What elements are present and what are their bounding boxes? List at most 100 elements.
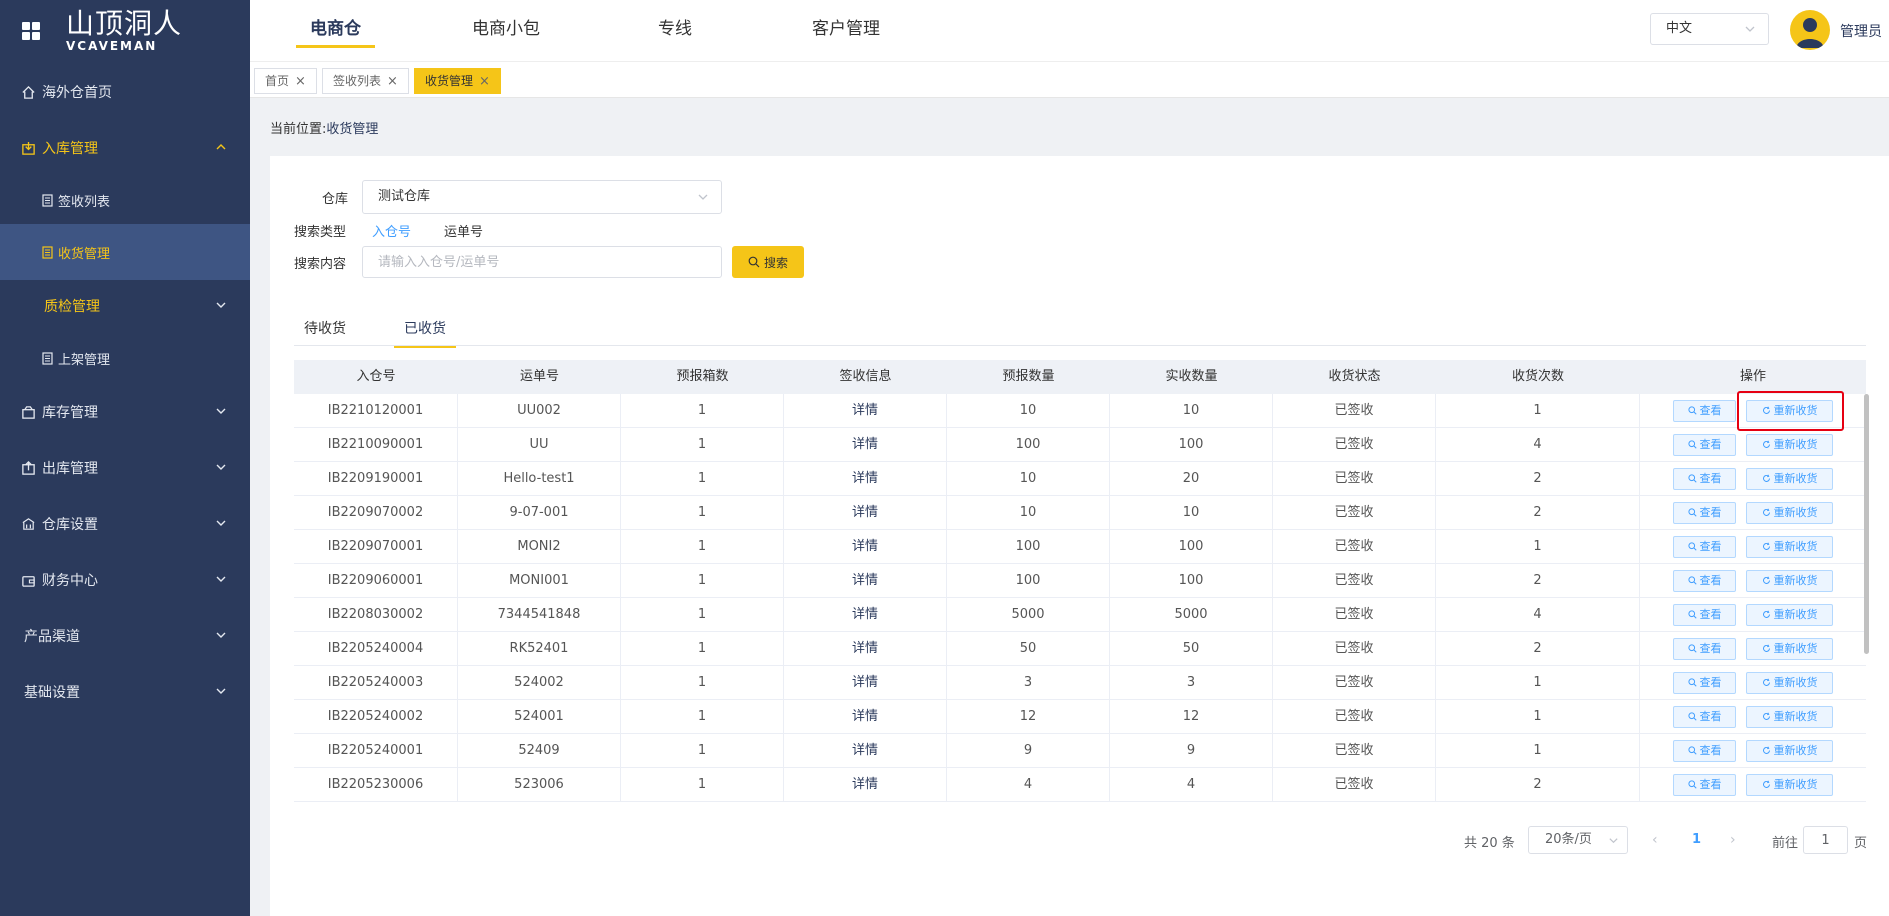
detail-link[interactable]: 详情: [852, 675, 878, 690]
view-button[interactable]: 查看: [1673, 433, 1736, 456]
search-icon: [1687, 780, 1697, 789]
view-button[interactable]: 查看: [1673, 705, 1736, 728]
next-page-icon[interactable]: ›: [1730, 832, 1736, 848]
forecast-boxes: 1: [621, 496, 784, 529]
current-page[interactable]: 1: [1692, 832, 1701, 847]
view-button[interactable]: 查看: [1673, 739, 1736, 762]
sidebar-item-shelving[interactable]: 上架管理: [0, 330, 250, 386]
search-icon: [1687, 406, 1697, 415]
view-button[interactable]: 查看: [1673, 535, 1736, 558]
detail-link[interactable]: 详情: [852, 505, 878, 520]
language-select[interactable]: 中文: [1650, 13, 1769, 45]
search-input[interactable]: [362, 246, 722, 278]
view-button[interactable]: 查看: [1673, 603, 1736, 626]
search-type-inbound[interactable]: 入仓号: [372, 221, 411, 240]
view-button[interactable]: 查看: [1673, 399, 1736, 422]
rereceive-button[interactable]: 重新收货: [1746, 671, 1833, 694]
tab-pending[interactable]: 待收货: [304, 318, 346, 348]
page-tab-receiving[interactable]: 收货管理 ×: [414, 68, 501, 94]
receive-times: 2: [1436, 462, 1640, 495]
rereceive-button-label: 重新收货: [1773, 709, 1818, 723]
forecast-boxes: 1: [621, 632, 784, 665]
table-row: IB2210120001 UU002 1 详情 10 10 已签收 1 查看 重新收货: [294, 394, 1866, 428]
received-qty: 4: [1110, 768, 1273, 801]
view-button[interactable]: 查看: [1673, 467, 1736, 490]
home-icon: [20, 84, 36, 100]
breadcrumb-current: 收货管理: [326, 122, 379, 137]
detail-link[interactable]: 详情: [852, 709, 878, 724]
view-button-label: 查看: [1699, 403, 1722, 417]
rereceive-button[interactable]: 重新收货: [1746, 535, 1833, 558]
sidebar-item-inbound[interactable]: 入库管理: [0, 120, 250, 176]
top-tab-customer-management[interactable]: 客户管理: [812, 0, 880, 62]
close-icon[interactable]: ×: [479, 74, 490, 89]
top-tab-dedicated-line[interactable]: 专线: [658, 0, 692, 62]
detail-link[interactable]: 详情: [852, 641, 878, 656]
warehouse-select[interactable]: 测试仓库: [362, 180, 722, 214]
view-button[interactable]: 查看: [1673, 671, 1736, 694]
rereceive-button[interactable]: 重新收货: [1746, 569, 1833, 592]
sidebar-item-label: 质检管理: [44, 299, 100, 315]
rereceive-button[interactable]: 重新收货: [1746, 739, 1833, 762]
view-button-label: 查看: [1699, 505, 1722, 519]
rereceive-button[interactable]: 重新收货: [1746, 467, 1833, 490]
sidebar-item-sign-list[interactable]: 签收列表: [0, 172, 250, 228]
detail-link[interactable]: 详情: [852, 471, 878, 486]
close-icon[interactable]: ×: [295, 74, 306, 89]
refresh-icon: [1762, 678, 1770, 686]
view-button-label: 查看: [1699, 777, 1722, 791]
avatar[interactable]: [1790, 10, 1830, 50]
waybill-no: 523006: [458, 768, 621, 801]
sidebar-item-receiving[interactable]: 收货管理: [0, 224, 250, 280]
user-name[interactable]: 管理员: [1840, 21, 1882, 41]
rereceive-button[interactable]: 重新收货: [1746, 705, 1833, 728]
sidebar-item-qc[interactable]: 质检管理: [0, 278, 250, 334]
detail-link[interactable]: 详情: [852, 607, 878, 622]
rereceive-button[interactable]: 重新收货: [1746, 637, 1833, 660]
table-row: IB2209070002 9-07-001 1 详情 10 10 已签收 2 查看 重新收货: [294, 496, 1866, 530]
waybill-no: MONI001: [458, 564, 621, 597]
sidebar-item-home[interactable]: 海外仓首页: [0, 64, 250, 120]
goto-page-input[interactable]: [1803, 826, 1848, 854]
sidebar-item-channels[interactable]: 产品渠道: [0, 608, 250, 664]
rereceive-button[interactable]: 重新收货: [1746, 773, 1833, 796]
inbound-no: IB2210120001: [294, 394, 458, 427]
rereceive-button[interactable]: 重新收货: [1746, 501, 1833, 524]
receive-status: 已签收: [1273, 700, 1436, 733]
apps-grid-icon[interactable]: [22, 22, 40, 40]
page-tab-sign-list[interactable]: 签收列表 ×: [322, 68, 409, 94]
prev-page-icon[interactable]: ‹: [1652, 832, 1658, 848]
sidebar-item-outbound[interactable]: 出库管理: [0, 440, 250, 496]
rereceive-button[interactable]: 重新收货: [1746, 433, 1833, 456]
search-type-waybill[interactable]: 运单号: [444, 221, 483, 240]
view-button[interactable]: 查看: [1673, 637, 1736, 660]
sidebar-item-finance[interactable]: 财务中心: [0, 552, 250, 608]
sidebar-item-inventory[interactable]: 库存管理: [0, 384, 250, 440]
detail-link[interactable]: 详情: [852, 539, 878, 554]
sidebar-item-basic-settings[interactable]: 基础设置: [0, 664, 250, 720]
search-button[interactable]: 搜索: [732, 246, 804, 278]
detail-link[interactable]: 详情: [852, 743, 878, 758]
detail-link[interactable]: 详情: [852, 403, 878, 418]
view-button[interactable]: 查看: [1673, 773, 1736, 796]
page-tab-home[interactable]: 首页 ×: [254, 68, 317, 94]
waybill-no: UU002: [458, 394, 621, 427]
top-tab-ecommerce-warehouse[interactable]: 电商仓: [296, 0, 375, 62]
waybill-no: 524002: [458, 666, 621, 699]
table-scrollbar[interactable]: [1864, 394, 1869, 654]
detail-link[interactable]: 详情: [852, 573, 878, 588]
detail-link[interactable]: 详情: [852, 777, 878, 792]
top-tab-ecommerce-parcel[interactable]: 电商小包: [472, 0, 540, 62]
view-button[interactable]: 查看: [1673, 569, 1736, 592]
detail-link[interactable]: 详情: [852, 437, 878, 452]
tab-received[interactable]: 已收货: [394, 318, 456, 348]
view-button[interactable]: 查看: [1673, 501, 1736, 524]
page-size-select[interactable]: 20条/页: [1528, 826, 1628, 854]
rereceive-button[interactable]: 重新收货: [1746, 603, 1833, 626]
rereceive-button[interactable]: 重新收货: [1746, 399, 1833, 422]
sidebar-item-warehouse-settings[interactable]: 仓库设置: [0, 496, 250, 552]
waybill-no: RK52401: [458, 632, 621, 665]
receive-times: 1: [1436, 530, 1640, 563]
close-icon[interactable]: ×: [387, 74, 398, 89]
received-qty: 100: [1110, 530, 1273, 563]
